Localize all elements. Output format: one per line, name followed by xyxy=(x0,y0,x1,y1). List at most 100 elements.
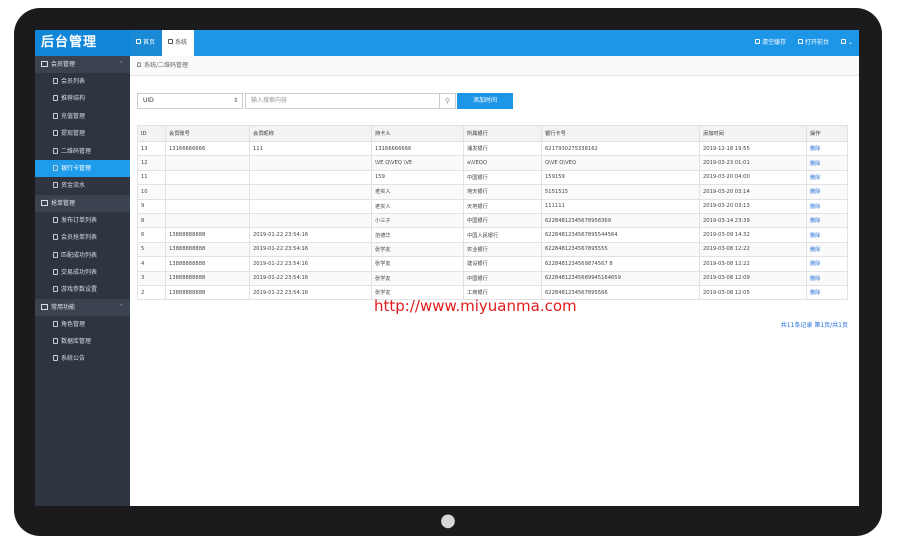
app-logo: 后台管理 xyxy=(35,30,130,56)
gear-icon xyxy=(168,39,173,44)
menu-group-members[interactable]: 会员管理 ⌃ xyxy=(35,56,130,73)
col-holder[interactable]: 持卡人 xyxy=(371,125,464,142)
table-cell: 2019-03-08 12:09 xyxy=(699,270,807,286)
table-cell: 6228481234567895555 xyxy=(541,241,700,258)
user-menu-button[interactable]: ⌄ xyxy=(840,39,853,46)
tools-icon xyxy=(41,303,48,310)
delete-button[interactable]: 删除 xyxy=(806,256,848,272)
table-cell: 天地银行 xyxy=(463,198,542,214)
sidebar-item-published-orders[interactable]: 发布订单列表 xyxy=(35,212,130,229)
users-icon xyxy=(41,61,48,67)
col-account[interactable]: 会员账号 xyxy=(165,125,250,142)
table-cell xyxy=(165,212,250,229)
user-icon xyxy=(53,78,58,84)
table-cell: 张学友 xyxy=(371,241,464,258)
delete-button[interactable]: 删除 xyxy=(806,198,848,214)
col-bank[interactable]: 所属银行 xyxy=(463,125,542,142)
table-cell: 2019-01-22 23:54:16 xyxy=(249,270,372,286)
sidebar-item-roles[interactable]: 角色管理 xyxy=(35,316,130,333)
table-cell: 12 xyxy=(137,155,166,171)
table-cell: 159159 xyxy=(541,169,700,186)
open-frontend-button[interactable]: 打开前台 xyxy=(798,39,829,46)
sidebar-item-recharge[interactable]: 充值管理 xyxy=(35,108,130,125)
sidebar-item-fund-flow[interactable]: 资金流水 xyxy=(35,177,130,194)
apple-logo-icon: ● xyxy=(440,510,456,531)
table-row: 9 老实人 天地银行 111111 2019-03-20 03:13 删除 xyxy=(137,198,848,214)
add-time-button[interactable]: 添加时间 xyxy=(457,93,513,109)
field-select[interactable]: UID ⇕ xyxy=(137,93,243,109)
table-cell: 11 xyxy=(137,169,166,186)
table-cell: 13888888888 xyxy=(165,270,250,286)
sidebar-item-qrcode[interactable]: 二维码管理 xyxy=(35,143,130,160)
table-cell: 2019-01-22 23:54:16 xyxy=(249,284,372,301)
table-cell xyxy=(249,184,372,200)
search-button[interactable]: ⚲ xyxy=(440,93,456,109)
sidebar: 后台管理 会员管理 ⌃ 会员列表 推荐结构 充值管理 提现管理 二维码管理 银行… xyxy=(35,30,130,506)
menu-group-common[interactable]: 常用功能 ⌃ xyxy=(35,298,130,316)
col-nickname[interactable]: 会员昵称 xyxy=(249,125,372,142)
delete-button[interactable]: 删除 xyxy=(806,169,848,186)
table-cell: 5151515 xyxy=(541,184,700,200)
document-icon xyxy=(53,286,58,293)
table-cell: Q\VE Q\VEQ xyxy=(541,155,700,171)
menu-group-orders[interactable]: 抢单管理 xyxy=(35,194,130,212)
external-link-icon xyxy=(798,39,804,44)
delete-button[interactable]: 删除 xyxy=(806,241,848,258)
table-cell: 13888888888 xyxy=(165,284,250,301)
table-cell: 建设银行 xyxy=(463,256,542,272)
table-cell: 范德华 xyxy=(371,227,464,243)
table-cell: 13888888888 xyxy=(165,256,250,272)
clear-cache-button[interactable]: 清空缓存 xyxy=(755,39,786,46)
delete-button[interactable]: 删除 xyxy=(806,184,848,200)
table-cell: 2019-03-08 12:22 xyxy=(699,256,807,272)
table-row: 11 159 中国银行 159159 2019-03-20 04:00 删除 xyxy=(137,169,848,186)
col-added-time[interactable]: 添加时间 xyxy=(699,125,807,142)
delete-button[interactable]: 删除 xyxy=(806,227,848,243)
table-cell: a\VEQQ xyxy=(463,155,542,171)
sidebar-item-database[interactable]: 数据库管理 xyxy=(35,333,130,350)
table-cell: 中国银行 xyxy=(463,270,542,286)
table-cell xyxy=(165,169,250,186)
table-cell: 老实人 xyxy=(371,184,464,200)
delete-button[interactable]: 删除 xyxy=(806,284,848,301)
topbar: 首页 系统 清空缓存 打开前台 ⌄ xyxy=(130,30,859,56)
sidebar-item-member-list[interactable]: 会员列表 xyxy=(35,73,130,90)
table-cell: 2019-12-18 19:55 xyxy=(699,140,807,157)
sidebar-item-member-grabs[interactable]: 会员抢单列表 xyxy=(35,229,130,246)
notice-icon xyxy=(53,355,58,362)
search-input[interactable]: 输入搜索内容 xyxy=(245,93,440,109)
col-card-number[interactable]: 银行卡号 xyxy=(541,125,700,142)
sidebar-item-game-settings[interactable]: 游戏参数设置 xyxy=(35,281,130,298)
sidebar-item-referral-tree[interactable]: 推荐结构 xyxy=(35,90,130,107)
table-cell: 浦发银行 xyxy=(463,140,542,157)
tab-home[interactable]: 首页 xyxy=(130,30,162,56)
document-icon xyxy=(53,268,58,275)
table-cell: 5 xyxy=(137,241,166,258)
table-cell: 6228481234567895544564 xyxy=(541,227,700,243)
table-row: 5 13888888888 2019-01-22 23:54:16 张学友 农业银行 62… xyxy=(137,241,848,258)
col-id[interactable]: ID xyxy=(137,125,166,142)
pagination-info: 共11条记录 第1页/共1页 xyxy=(780,322,848,329)
sidebar-item-withdraw[interactable]: 提现管理 xyxy=(35,125,130,142)
table-cell: 10 xyxy=(137,184,166,200)
table-cell: 159 xyxy=(371,169,464,186)
sidebar-item-traded[interactable]: 交易成功列表 xyxy=(35,264,130,281)
delete-button[interactable]: 删除 xyxy=(806,155,848,171)
chevron-updown-icon: ⇕ xyxy=(232,97,238,104)
sidebar-item-notice[interactable]: 系统公告 xyxy=(35,350,130,367)
table-cell: 农业银行 xyxy=(463,241,542,258)
main-content: 系统/二维码管理 UID ⇕ 输入搜索内容 ⚲ 添加时间 ID 会员账号 会员昵称… xyxy=(130,56,859,506)
delete-button[interactable]: 删除 xyxy=(806,140,848,157)
chevron-up-icon: ⌃ xyxy=(118,302,124,311)
tab-system[interactable]: 系统 xyxy=(162,30,194,56)
table-cell: 地天银行 xyxy=(463,184,542,200)
delete-button[interactable]: 删除 xyxy=(806,270,848,286)
table-cell xyxy=(165,155,250,171)
table-cell: 2019-03-09 14:32 xyxy=(699,227,807,243)
sidebar-item-matched[interactable]: 匹配成功列表 xyxy=(35,247,130,264)
delete-button[interactable]: 删除 xyxy=(806,212,848,229)
watermark-text: http://www.miyuanma.com xyxy=(374,297,577,315)
user-icon xyxy=(53,320,58,327)
tree-icon xyxy=(53,95,58,102)
sidebar-item-bankcard[interactable]: 银行卡管理 xyxy=(35,159,130,178)
